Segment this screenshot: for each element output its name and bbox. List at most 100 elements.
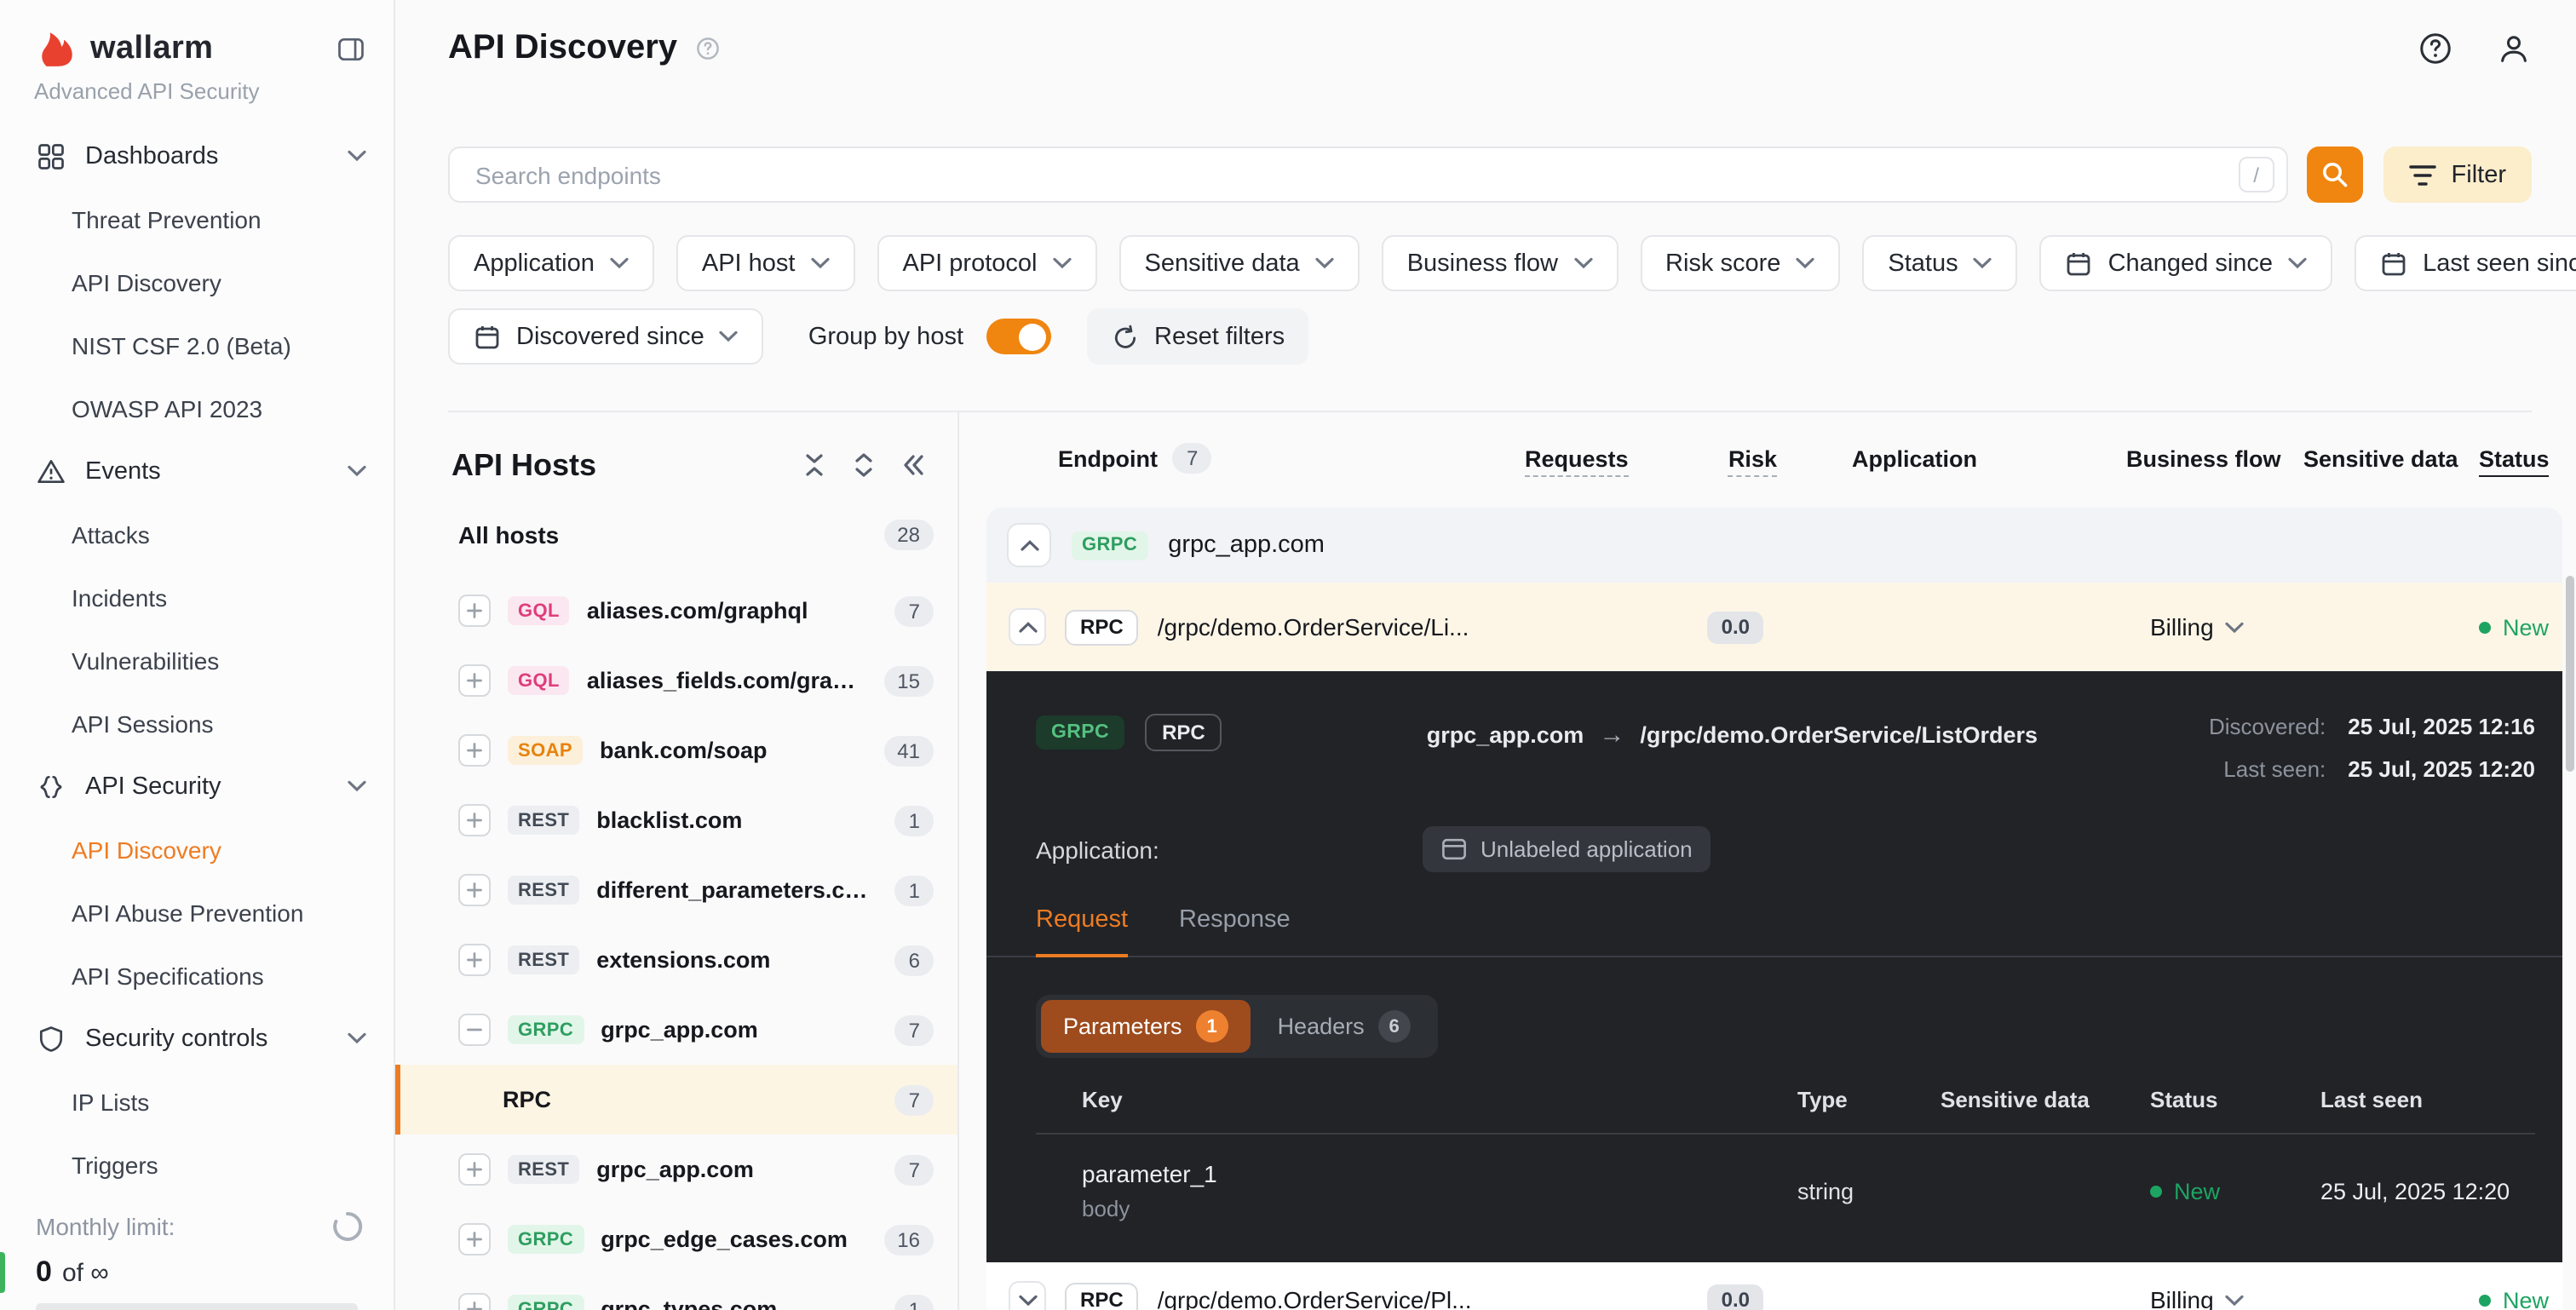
sidebar-item-triggers[interactable]: Triggers (0, 1133, 394, 1196)
host-row[interactable]: GRPC grpc_edge_cases.com 16 (395, 1204, 957, 1274)
plus-icon (467, 1162, 482, 1177)
expand-icon[interactable] (458, 1153, 491, 1186)
sidebar-collapse-icon[interactable] (336, 33, 366, 64)
tab-request[interactable]: Request (1036, 906, 1129, 957)
expand-icon[interactable] (458, 1293, 491, 1310)
filter-changed-since[interactable]: Changed since (2039, 235, 2333, 291)
status-dot-icon (2150, 1185, 2162, 1197)
collapse-icon[interactable] (458, 1014, 491, 1046)
business-flow-dropdown[interactable]: Billing (2126, 1286, 2303, 1310)
sidebar-section-dashboards[interactable]: Dashboards (0, 124, 394, 187)
host-row[interactable]: REST different_parameters.com 1 (395, 855, 957, 925)
host-row[interactable]: REST extensions.com 6 (395, 925, 957, 995)
host-row[interactable]: GRPC grpc_types.com 1 (395, 1274, 957, 1310)
filter-risk-score[interactable]: Risk score (1640, 235, 1841, 291)
expand-icon[interactable] (458, 1223, 491, 1255)
search-button[interactable] (2306, 147, 2363, 203)
sidebar-item-attacks[interactable]: Attacks (0, 503, 394, 566)
sidebar-section-api-security[interactable]: API Security (0, 755, 394, 818)
sidebar-section-events[interactable]: Events (0, 440, 394, 503)
filter-icon (2408, 164, 2436, 185)
risk-badge: 0.0 (1707, 1284, 1763, 1310)
host-row-expanded[interactable]: GRPC grpc_app.com 7 (395, 995, 957, 1065)
sidebar-section-security-controls[interactable]: Security controls (0, 1007, 394, 1070)
section-label: Security controls (85, 1025, 268, 1052)
col-requests[interactable]: Requests (1525, 445, 1629, 476)
filter-discovered-since[interactable]: Discovered since (448, 308, 764, 365)
sidebar-item-vulnerabilities[interactable]: Vulnerabilities (0, 629, 394, 692)
protocol-badge: REST (508, 1155, 580, 1184)
endpoint-path: /grpc/demo.OrderService/Li... (1157, 613, 1469, 641)
search-input[interactable] (472, 159, 2239, 190)
expand-icon[interactable] (458, 944, 491, 976)
sidebar-item-owasp-api[interactable]: OWASP API 2023 (0, 376, 394, 440)
endpoint-row-expanded[interactable]: RPC /grpc/demo.OrderService/Li... 0.0 Bi… (986, 583, 2562, 671)
monthly-limit-row: Monthly limit: (0, 1204, 394, 1249)
filter-status[interactable]: Status (1862, 235, 2018, 291)
filter-application[interactable]: Application (448, 235, 654, 291)
sidebar-item-api-discovery[interactable]: API Discovery (0, 818, 394, 881)
collapse-all-icon[interactable] (801, 451, 828, 479)
host-row[interactable]: GQL aliases.com/graphql 7 (395, 576, 957, 646)
col-last-seen: Last seen (2320, 1087, 2423, 1112)
application-chip[interactable]: Unlabeled application (1423, 826, 1711, 872)
host-group-row[interactable]: GRPC grpc_app.com (986, 508, 2562, 583)
subtab-parameters[interactable]: Parameters 1 (1041, 1000, 1251, 1053)
all-hosts-row[interactable]: All hosts 28 (395, 501, 957, 569)
host-row-rpc-selected[interactable]: RPC 7 (395, 1065, 957, 1135)
filter-business-flow[interactable]: Business flow (1381, 235, 1618, 291)
host-count-badge: 6 (894, 945, 934, 975)
expand-icon[interactable] (458, 734, 491, 767)
scrollbar-thumb[interactable] (2566, 576, 2574, 772)
reset-icon (1113, 324, 1136, 348)
sidebar-item-ip-lists[interactable]: IP Lists (0, 1070, 394, 1133)
sidebar-item-api-sessions[interactable]: API Sessions (0, 692, 394, 755)
hide-panel-icon[interactable] (900, 451, 927, 479)
group-by-host-toggle[interactable] (986, 319, 1050, 354)
group-by-host-label: Group by host (808, 323, 963, 350)
host-row[interactable]: REST blacklist.com 1 (395, 785, 957, 855)
chevron-down-icon (2226, 1294, 2245, 1306)
host-row[interactable]: REST grpc_app.com 7 (395, 1135, 957, 1204)
parameter-location: body (1082, 1196, 1130, 1221)
host-row[interactable]: SOAP bank.com/soap 41 (395, 715, 957, 785)
sidebar-item-api-abuse-prevention[interactable]: API Abuse Prevention (0, 881, 394, 944)
expand-icon[interactable] (458, 595, 491, 627)
sidebar-item-incidents[interactable]: Incidents (0, 566, 394, 629)
expand-icon[interactable] (458, 664, 491, 697)
sidebar-item-api-discovery-dashboard[interactable]: API Discovery (0, 250, 394, 313)
search-box: / (448, 147, 2288, 203)
expand-icon[interactable] (458, 804, 491, 836)
col-risk[interactable]: Risk (1627, 445, 1777, 476)
endpoint-row[interactable]: RPC /grpc/demo.OrderService/Pl... 0.0 Bi… (986, 1262, 2562, 1310)
host-row[interactable]: GQL aliases_fields.com/graphql 15 (395, 646, 957, 715)
parameters-count-badge: 1 (1195, 1010, 1228, 1043)
endpoints-group-card: GRPC grpc_app.com RPC /grpc/demo.OrderSe… (986, 508, 2562, 1310)
user-profile-icon[interactable] (2496, 31, 2532, 66)
host-name: grpc_edge_cases.com (601, 1227, 848, 1252)
collapse-row-button[interactable] (1009, 608, 1046, 646)
col-status[interactable]: Status (2479, 445, 2562, 476)
help-icon[interactable] (2418, 31, 2453, 66)
filter-button[interactable]: Filter (2383, 147, 2532, 203)
subtab-headers[interactable]: Headers 6 (1256, 1000, 1433, 1053)
sidebar-item-nist-csf[interactable]: NIST CSF 2.0 (Beta) (0, 313, 394, 376)
filter-api-host[interactable]: API host (676, 235, 855, 291)
filter-sensitive-data[interactable]: Sensitive data (1118, 235, 1360, 291)
expand-row-button[interactable] (1009, 1281, 1046, 1310)
tab-response[interactable]: Response (1179, 906, 1291, 956)
filter-api-protocol[interactable]: API protocol (877, 235, 1097, 291)
host-count-badge: 1 (894, 1294, 934, 1310)
reset-filters-button[interactable]: Reset filters (1086, 308, 1309, 365)
filter-last-seen-since[interactable]: Last seen since (2355, 235, 2576, 291)
host-name: blacklist.com (596, 807, 743, 833)
host-count-badge: 41 (883, 735, 934, 766)
title-help-icon[interactable] (694, 36, 720, 61)
expand-icon[interactable] (458, 874, 491, 906)
business-flow-dropdown[interactable]: Billing (2126, 613, 2303, 641)
sidebar-item-api-specifications[interactable]: API Specifications (0, 944, 394, 1007)
collapse-group-button[interactable] (1007, 523, 1051, 567)
expand-all-icon[interactable] (850, 451, 877, 479)
host-count-badge: 16 (883, 1224, 934, 1255)
sidebar-item-threat-prevention[interactable]: Threat Prevention (0, 187, 394, 250)
